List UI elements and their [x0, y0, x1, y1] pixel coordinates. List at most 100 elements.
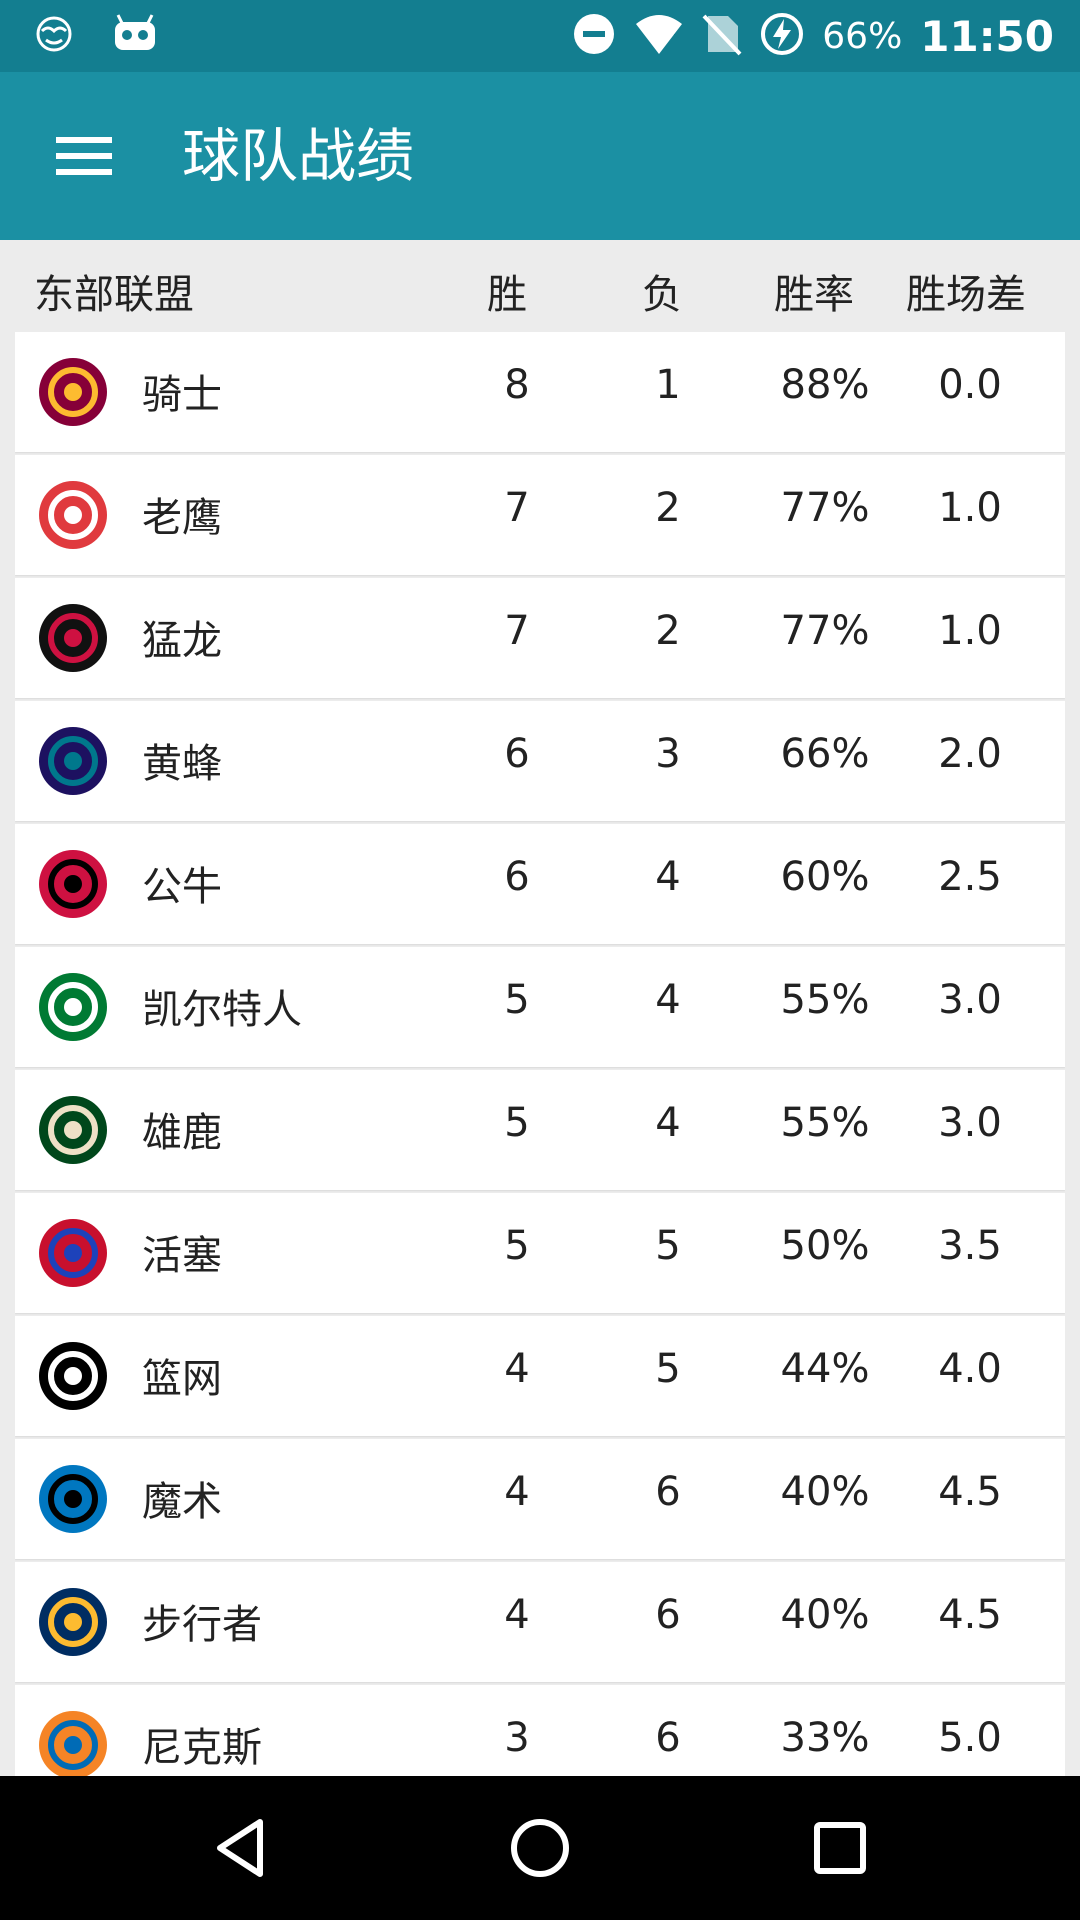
wins-cell: 7 [504, 485, 530, 531]
team-name: 尼克斯 [142, 1725, 262, 1771]
wins-cell: 4 [504, 1346, 530, 1392]
games-behind-cell: 3.0 [938, 977, 1002, 1023]
pct-cell: 44% [780, 1346, 870, 1392]
games-behind-cell: 0.0 [938, 362, 1002, 408]
losses-cell: 2 [655, 608, 681, 654]
wins-cell: 6 [504, 854, 530, 900]
games-behind-cell: 4.5 [938, 1592, 1002, 1638]
games-behind-cell: 2.0 [938, 731, 1002, 777]
pct-header: 胜率 [774, 272, 854, 318]
team-logo-icon [33, 1584, 113, 1660]
table-row[interactable]: 凯尔特人 5 4 55% 3.0 [15, 947, 1065, 1067]
losses-cell: 5 [655, 1223, 681, 1269]
games-behind-cell: 3.0 [938, 1100, 1002, 1146]
standings-list[interactable]: 骑士 8 1 88% 0.0 老鹰 7 2 77% 1.0 猛龙 7 2 77% 1.0 黄蜂 6 3 66% 2.0… [15, 332, 1065, 1776]
team-name: 骑士 [142, 372, 222, 418]
wins-cell: 7 [504, 608, 530, 654]
team-logo-icon [33, 969, 113, 1045]
team-logo-icon [33, 846, 113, 922]
team-logo-icon [33, 1215, 113, 1291]
battery-charging-icon [760, 12, 804, 60]
do-not-disturb-icon [572, 12, 616, 60]
games-behind-cell: 1.0 [938, 485, 1002, 531]
team-name: 雄鹿 [142, 1110, 222, 1156]
wins-cell: 5 [504, 1223, 530, 1269]
losses-cell: 4 [655, 854, 681, 900]
wins-cell: 3 [504, 1715, 530, 1761]
hamburger-menu-icon[interactable] [34, 116, 134, 196]
team-logo-icon [33, 723, 113, 799]
table-row[interactable]: 公牛 6 4 60% 2.5 [15, 824, 1065, 944]
losses-cell: 3 [655, 731, 681, 777]
wins-cell: 4 [504, 1469, 530, 1515]
table-row[interactable]: 雄鹿 5 4 55% 3.0 [15, 1070, 1065, 1190]
no-sim-icon [702, 12, 742, 60]
wifi-icon [634, 12, 684, 60]
table-row[interactable]: 尼克斯 3 6 33% 5.0 [15, 1685, 1065, 1776]
wins-cell: 5 [504, 977, 530, 1023]
pct-cell: 55% [780, 1100, 870, 1146]
team-name: 公牛 [142, 864, 222, 910]
conference-header: 东部联盟 [34, 272, 194, 318]
battery-percent: 66% [822, 15, 903, 57]
losses-cell: 4 [655, 1100, 681, 1146]
table-row[interactable]: 活塞 5 5 50% 3.5 [15, 1193, 1065, 1313]
standings-header: 东部联盟 胜 负 胜率 胜场差 [0, 240, 1080, 332]
table-row[interactable]: 篮网 4 5 44% 4.0 [15, 1316, 1065, 1436]
wins-cell: 4 [504, 1592, 530, 1638]
pct-cell: 50% [780, 1223, 870, 1269]
games-behind-cell: 3.5 [938, 1223, 1002, 1269]
team-name: 步行者 [142, 1602, 262, 1648]
table-row[interactable]: 骑士 8 1 88% 0.0 [15, 332, 1065, 452]
wins-header: 胜 [487, 272, 527, 318]
team-name: 魔术 [142, 1479, 222, 1525]
home-icon[interactable] [490, 1806, 590, 1890]
team-name: 猛龙 [142, 618, 222, 664]
team-logo-icon [33, 1092, 113, 1168]
pct-cell: 77% [780, 608, 870, 654]
table-row[interactable]: 步行者 4 6 40% 4.5 [15, 1562, 1065, 1682]
app-bar: 球队战绩 [0, 72, 1080, 240]
mask-icon [34, 14, 74, 58]
wins-cell: 6 [504, 731, 530, 777]
table-row[interactable]: 黄蜂 6 3 66% 2.0 [15, 701, 1065, 821]
team-name: 篮网 [142, 1356, 222, 1402]
team-name: 活塞 [142, 1233, 222, 1279]
table-row[interactable]: 魔术 4 6 40% 4.5 [15, 1439, 1065, 1559]
losses-cell: 4 [655, 977, 681, 1023]
page-title: 球队战绩 [182, 122, 415, 190]
games-behind-header: 胜场差 [906, 272, 1026, 318]
status-bar: 66% 11:50 [0, 0, 1080, 72]
wins-cell: 5 [504, 1100, 530, 1146]
table-row[interactable]: 猛龙 7 2 77% 1.0 [15, 578, 1065, 698]
team-name: 黄蜂 [142, 741, 222, 787]
pct-cell: 77% [780, 485, 870, 531]
team-logo-icon [33, 477, 113, 553]
team-name: 凯尔特人 [142, 987, 302, 1033]
games-behind-cell: 5.0 [938, 1715, 1002, 1761]
losses-cell: 6 [655, 1715, 681, 1761]
wins-cell: 8 [504, 362, 530, 408]
pct-cell: 33% [780, 1715, 870, 1761]
team-logo-icon [33, 600, 113, 676]
losses-cell: 6 [655, 1469, 681, 1515]
team-logo-icon [33, 1338, 113, 1414]
pct-cell: 40% [780, 1469, 870, 1515]
games-behind-cell: 4.5 [938, 1469, 1002, 1515]
team-name: 老鹰 [142, 495, 222, 541]
games-behind-cell: 2.5 [938, 854, 1002, 900]
team-logo-icon [33, 1707, 113, 1776]
clock: 11:50 [920, 11, 1054, 61]
team-logo-icon [33, 1461, 113, 1537]
back-icon[interactable] [190, 1806, 290, 1890]
losses-cell: 1 [655, 362, 681, 408]
losses-cell: 5 [655, 1346, 681, 1392]
losses-cell: 6 [655, 1592, 681, 1638]
pct-cell: 88% [780, 362, 870, 408]
losses-header: 负 [642, 272, 682, 318]
games-behind-cell: 4.0 [938, 1346, 1002, 1392]
table-row[interactable]: 老鹰 7 2 77% 1.0 [15, 455, 1065, 575]
team-logo-icon [33, 354, 113, 430]
android-icon [112, 14, 158, 58]
recents-icon[interactable] [790, 1806, 890, 1890]
